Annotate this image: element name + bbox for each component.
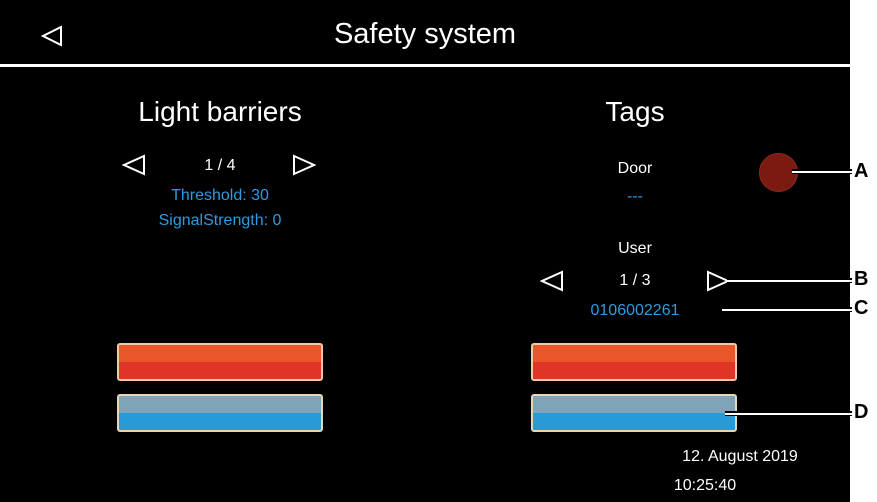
light-barriers-prev-button[interactable] (120, 152, 148, 178)
tags-blue-button[interactable] (531, 394, 737, 432)
user-tag-id: 0106002261 (590, 302, 680, 319)
tags-title: Tags (605, 96, 665, 127)
light-barriers-title: Light barriers (138, 96, 302, 127)
callout-line-d (725, 411, 852, 416)
callout-label-b: B (854, 268, 869, 290)
threshold-value: Threshold: 30 (171, 187, 269, 204)
callout-line-a (792, 169, 852, 174)
door-value: --- (627, 188, 643, 205)
light-barriers-red-button[interactable] (117, 343, 323, 381)
light-barriers-next-button[interactable] (290, 152, 318, 178)
light-barriers-blue-button[interactable] (117, 394, 323, 432)
header-bar: Safety system (0, 0, 850, 64)
footer-date: 12. August 2019 (682, 448, 798, 465)
next-triangle-icon (293, 154, 316, 176)
callout-line-b (727, 278, 852, 283)
callout-label-a: A (854, 160, 869, 182)
light-barriers-pager: 1 / 4 (204, 157, 236, 174)
page-title: Safety system (333, 18, 517, 50)
signal-strength-value: SignalStrength: 0 (158, 212, 282, 229)
callout-label-d: D (854, 401, 869, 423)
user-label: User (618, 240, 652, 257)
tags-prev-button[interactable] (538, 268, 566, 294)
callout-line-c (722, 307, 852, 312)
header-divider (0, 64, 850, 67)
prev-triangle-icon (540, 270, 563, 292)
tags-red-button[interactable] (531, 343, 737, 381)
prev-triangle-icon (122, 154, 145, 176)
footer-time: 10:25:40 (673, 477, 737, 494)
tags-pager: 1 / 3 (619, 272, 651, 289)
door-label: Door (617, 160, 653, 177)
device-screen: Safety system Light barriers 1 / 4 Thres… (0, 0, 850, 502)
callout-label-c: C (854, 297, 869, 319)
